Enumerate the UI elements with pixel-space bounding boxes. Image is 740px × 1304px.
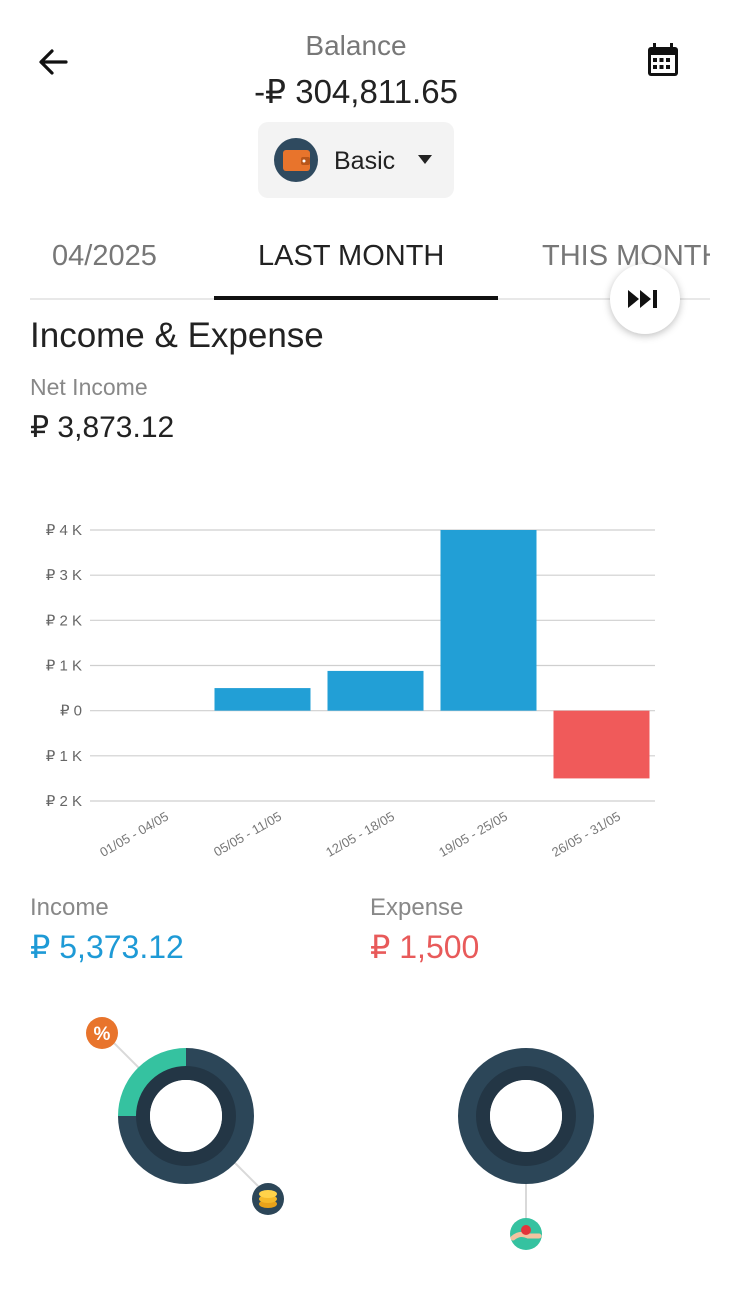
y-tick-label: ₽ 1 K: [46, 658, 82, 675]
calendar-button[interactable]: [640, 38, 686, 84]
calendar-icon: [648, 43, 678, 76]
balance-value: -₽ 304,811.65: [254, 73, 458, 110]
active-tab-indicator: [214, 296, 498, 300]
expense-label: Expense: [370, 894, 464, 921]
balance-label: Balance: [305, 30, 407, 61]
net-income-label: Net Income: [30, 374, 148, 400]
tab-04-2025[interactable]: 04/2025: [52, 240, 157, 280]
wallet-name: Basic: [334, 147, 396, 175]
x-tick-label: 01/05 - 04/05: [97, 809, 171, 860]
x-tick-label: 05/05 - 11/05: [211, 809, 284, 860]
y-tick-label: ₽ 2 K: [46, 612, 82, 629]
hand-heart-icon: [510, 1218, 542, 1250]
y-tick-label: ₽ 4 K: [46, 522, 82, 539]
bar: [440, 530, 537, 711]
x-tick-label: 19/05 - 25/05: [436, 809, 510, 860]
income-expense-bar-chart: ₽ 4 K ₽ 3 K ₽ 2 K ₽ 1 K ₽ 0 ₽ 1 K ₽ 2 K 01/05 -…: [46, 522, 655, 860]
income-donut[interactable]: %: [86, 1017, 284, 1215]
percent-icon: %: [86, 1017, 118, 1049]
bar: [214, 688, 311, 711]
expense-donut[interactable]: [458, 1048, 594, 1250]
tab-last-month[interactable]: LAST MONTH: [258, 240, 444, 280]
y-tick-label: ₽ 2 K: [46, 793, 82, 810]
coins-icon: [252, 1183, 284, 1215]
expense-value: ₽ 1,500: [370, 929, 480, 965]
net-income-value: ₽ 3,873.12: [30, 411, 175, 444]
income-value: ₽ 5,373.12: [30, 929, 184, 965]
wallet-icon: [274, 138, 318, 182]
y-tick-label: ₽ 0: [60, 703, 82, 720]
wallet-selector[interactable]: Basic: [258, 122, 454, 198]
section-title: Income & Expense: [30, 316, 324, 355]
bar: [553, 710, 650, 779]
category-donut-charts: %: [86, 1017, 594, 1250]
x-tick-label: 12/05 - 18/05: [323, 809, 397, 860]
bar: [327, 670, 424, 711]
svg-text:%: %: [94, 1024, 111, 1045]
y-tick-label: ₽ 1 K: [46, 748, 82, 765]
x-tick-label: 26/05 - 31/05: [549, 809, 623, 860]
skip-forward-button[interactable]: [610, 264, 680, 334]
y-tick-label: ₽ 3 K: [46, 567, 82, 584]
skip-forward-icon: [628, 290, 657, 308]
chevron-down-icon: [418, 155, 432, 164]
income-label: Income: [30, 894, 109, 921]
